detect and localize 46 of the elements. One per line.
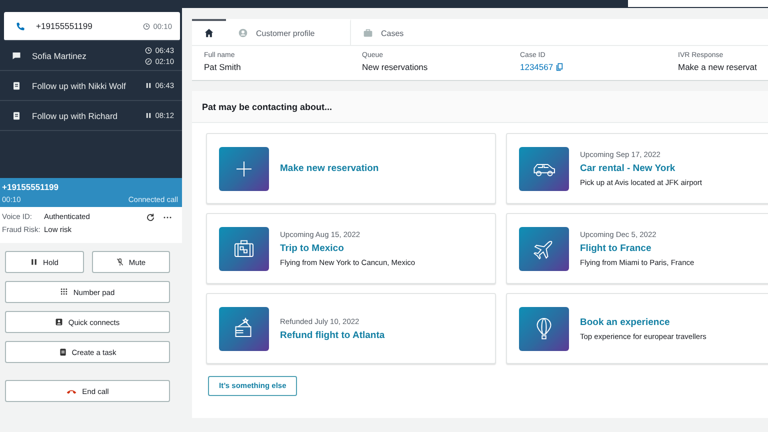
section-heading: Pat may be contacting about... xyxy=(202,102,332,112)
timer-icon xyxy=(145,58,152,64)
keypad-icon xyxy=(60,288,68,296)
card-title[interactable]: Flight to France xyxy=(580,243,694,254)
search-field[interactable] xyxy=(628,0,768,7)
card-title[interactable]: Make new reservation xyxy=(280,163,379,174)
caller-number: +19155551199 xyxy=(2,182,60,192)
pause-icon xyxy=(30,258,38,266)
chat-icon xyxy=(12,51,21,60)
field-value: New reservations xyxy=(362,62,428,72)
suitcase-icon xyxy=(219,226,269,270)
card-title[interactable]: Book an experience xyxy=(580,316,706,328)
pause-icon xyxy=(145,112,152,119)
new-reservation-card[interactable]: Make new reservation xyxy=(206,133,496,204)
plus-icon xyxy=(219,146,269,190)
tab[interactable]: Customer profile xyxy=(226,19,351,45)
copy-icon[interactable] xyxy=(556,63,564,71)
clipboard-icon xyxy=(12,111,21,120)
clock-icon xyxy=(143,22,150,30)
refresh-icon[interactable] xyxy=(146,213,155,222)
more-icon[interactable] xyxy=(163,216,172,219)
user-icon xyxy=(238,28,248,38)
clock-icon xyxy=(145,46,152,54)
contact-name: Follow up with Nikki Wolf xyxy=(32,80,127,90)
microphone-off-icon xyxy=(116,258,124,266)
wallet-icon xyxy=(219,306,269,350)
card-title[interactable]: Trip to Mexico xyxy=(280,243,416,254)
hot-air-balloon-icon xyxy=(519,306,569,350)
home-icon xyxy=(204,28,214,38)
car-icon xyxy=(519,146,569,190)
pause-icon xyxy=(145,82,152,89)
airplane-icon xyxy=(519,226,569,270)
clipboard-icon xyxy=(58,348,67,356)
contact-card-icon xyxy=(55,318,64,326)
field-value: Make a new reservat xyxy=(678,62,757,72)
card-title[interactable]: Refund flight to Atlanta xyxy=(280,330,385,340)
phone-icon xyxy=(16,22,25,30)
contact-name: +19155551199 xyxy=(36,21,94,31)
card-title[interactable]: Car rental - New York xyxy=(580,163,702,174)
case-id-link[interactable]: 1234567 xyxy=(520,62,554,72)
clipboard-icon xyxy=(12,81,21,90)
tab[interactable]: Cases xyxy=(351,19,416,45)
field-value: Pat Smith xyxy=(204,62,241,72)
contact-name: Follow up with Richard xyxy=(32,110,119,120)
briefcase-icon xyxy=(363,28,373,38)
contact-name: Sofia Martinez xyxy=(32,50,88,60)
